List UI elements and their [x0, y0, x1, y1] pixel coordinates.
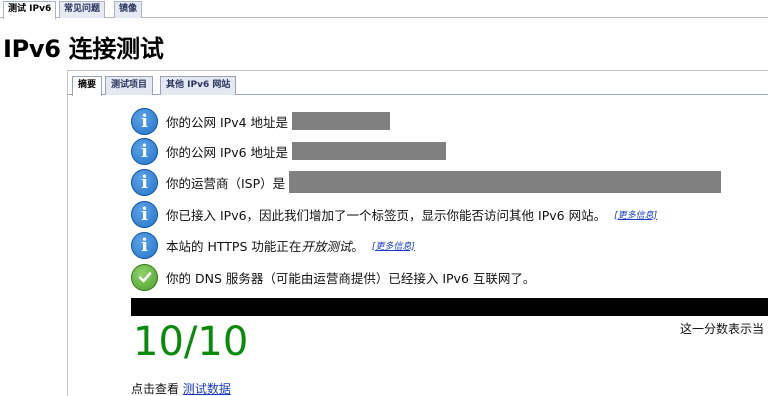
list-item-ipv4: i 你的公网 IPv4 地址是 [131, 106, 391, 136]
footer-prefix: 点击查看 [131, 382, 183, 396]
tab-mirrors[interactable]: 镜像 [114, 1, 143, 18]
https-text-em: 开放测试 [301, 238, 352, 254]
footer-text: 点击查看 测试数据 [131, 380, 231, 396]
tab-faq[interactable]: 常见问题 [59, 1, 106, 18]
https-text: 本站的 HTTPS 功能正在开放测试。 [166, 236, 364, 255]
more-info-link[interactable]: [更多信息] [614, 208, 657, 221]
https-text-prefix: 本站的 HTTPS 功能正在 [166, 238, 302, 254]
info-icon: i [131, 168, 158, 196]
dns-text: 你的 DNS 服务器（可能由运营商提供）已经接入 IPv6 互联网了。 [166, 270, 536, 286]
info-icon: i [131, 137, 158, 165]
info-icon: i [131, 231, 158, 259]
redacted-ipv6 [292, 142, 447, 160]
tab-summary[interactable]: 摘要 [72, 76, 103, 96]
redacted-bar [131, 298, 768, 316]
top-tab-bar: 测试 IPv6 常见问题 镜像 [0, 0, 768, 19]
list-item-dns: 你的 DNS 服务器（可能由运营商提供）已经接入 IPv6 互联网了。 [131, 262, 535, 292]
list-item-isp: i 你的运营商（ISP）是 [131, 167, 722, 197]
list-item-https: i 本站的 HTTPS 功能正在开放测试。 [更多信息] [131, 230, 415, 260]
info-icon: i [131, 200, 158, 228]
redacted-ipv4 [292, 112, 391, 130]
tab-other-ipv6-sites[interactable]: 其他 IPv6 网站 [160, 76, 237, 95]
ipv6-tab-text: 你已接入 IPv6，因此我们增加了一个标签页，显示你能否访问其他 IPv6 网站… [166, 207, 607, 223]
score-note: 这一分数表示当 [680, 322, 765, 336]
inner-tab-bar: 摘要 测试项目 其他 IPv6 网站 [68, 71, 768, 96]
page-title: IPv6 连接测试 [3, 35, 164, 63]
info-icon: i [131, 107, 158, 135]
checkmark-icon [131, 263, 158, 291]
list-item-ipv6: i 你的公网 IPv6 地址是 [131, 136, 447, 166]
isp-label: 你的运营商（ISP）是 [166, 175, 286, 191]
ipv4-label: 你的公网 IPv4 地址是 [166, 114, 289, 130]
https-text-suffix: 。 [351, 238, 364, 254]
tab-test-items[interactable]: 测试项目 [105, 76, 154, 95]
ipv6-label: 你的公网 IPv6 地址是 [166, 144, 289, 160]
tab-test-ipv6[interactable]: 测试 IPv6 [3, 1, 57, 19]
test-data-link[interactable]: 测试数据 [183, 382, 231, 396]
score-value: 10/10 [133, 319, 249, 365]
more-info-link[interactable]: [更多信息] [372, 239, 415, 252]
list-item-ipv6-tab: i 你已接入 IPv6，因此我们增加了一个标签页，显示你能否访问其他 IPv6 … [131, 199, 657, 229]
redacted-isp [289, 171, 722, 193]
